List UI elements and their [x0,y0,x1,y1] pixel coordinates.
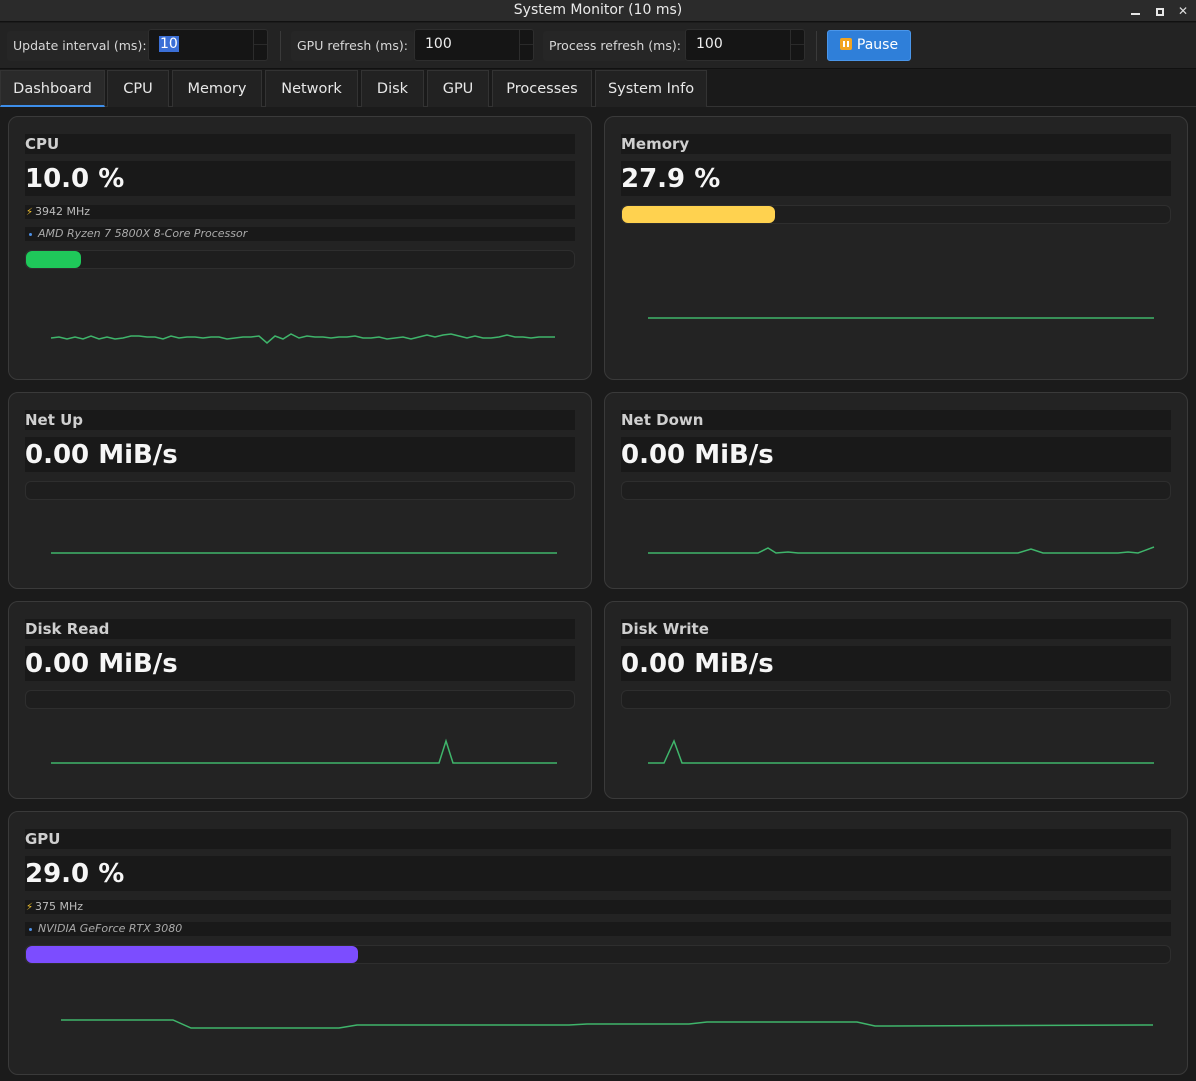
lightning-icon: ⚡ [26,902,34,913]
gpu-usage-bar [25,945,1171,964]
memory-usage-bar [621,205,1171,224]
tab-memory[interactable]: Memory [172,70,262,107]
toolbar-separator [280,31,281,61]
pause-button[interactable]: Pause [827,30,911,61]
net-up-value: 0.00 MiB/s [25,437,575,472]
memory-title: Memory [621,134,1171,154]
disk-read-sparkline [51,738,557,764]
disk-read-title: Disk Read [25,619,575,639]
net-up-sparkline [51,552,557,554]
close-icon[interactable]: ✕ [1175,3,1191,19]
bullet-icon [29,927,32,931]
tab-network[interactable]: Network [265,70,358,107]
net-down-card: Net Down 0.00 MiB/s [604,392,1188,589]
process-refresh-stepper[interactable] [790,30,804,60]
gpu-model: NVIDIA GeForce RTX 3080 [25,922,1171,936]
tab-disk[interactable]: Disk [361,70,424,107]
cpu-usage-fill [26,251,81,268]
gpu-value: 29.0 % [25,856,1171,891]
disk-write-title: Disk Write [621,619,1171,639]
process-refresh-spinbox[interactable]: 100 [685,29,805,61]
tab-gpu[interactable]: GPU [427,70,489,107]
gpu-sparkline [61,1019,1154,1029]
gpu-usage-fill [26,946,358,963]
disk-read-bar [25,690,575,709]
gpu-title: GPU [25,829,1171,849]
update-interval-spinbox[interactable]: 10 [148,29,268,61]
update-interval-value[interactable]: 10 [159,36,179,52]
tab-cpu[interactable]: CPU [107,70,169,107]
disk-read-card: Disk Read 0.00 MiB/s [8,601,592,799]
net-down-title: Net Down [621,410,1171,430]
net-down-value: 0.00 MiB/s [621,437,1171,472]
gpu-model-text: NVIDIA GeForce RTX 3080 [38,922,183,935]
pause-icon [839,38,852,50]
gpu-frequency-text: 375 MHz [35,900,84,913]
gpu-refresh-value[interactable]: 100 [425,36,452,52]
update-interval-label: Update interval (ms): [7,31,153,61]
cpu-model-text: AMD Ryzen 7 5800X 8-Core Processor [38,227,248,240]
net-up-card: Net Up 0.00 MiB/s [8,392,592,589]
disk-write-sparkline [648,739,1154,764]
net-up-title: Net Up [25,410,575,430]
cpu-title: CPU [25,134,575,154]
cpu-usage-bar [25,250,575,269]
disk-read-value: 0.00 MiB/s [25,646,575,681]
tab-bar: Dashboard CPU Memory Network Disk GPU Pr… [0,70,1196,107]
pause-label: Pause [856,37,899,53]
memory-sparkline [648,317,1154,319]
disk-read-sparkline-line [51,738,557,764]
net-down-bar [621,481,1171,500]
update-interval-stepper[interactable] [253,30,267,60]
cpu-card: CPU 10.0 % ⚡ 3942 MHz AMD Ryzen 7 5800X 8… [8,116,592,380]
gpu-frequency: ⚡ 375 MHz [25,900,1171,914]
title-bar: System Monitor (10 ms) ✕ [0,0,1196,22]
process-refresh-value[interactable]: 100 [696,36,723,52]
tab-processes[interactable]: Processes [492,70,592,107]
cpu-model: AMD Ryzen 7 5800X 8-Core Processor [25,227,575,241]
cpu-frequency: ⚡ 3942 MHz [25,205,575,219]
bullet-icon [29,232,32,236]
process-refresh-label: Process refresh (ms): [543,31,687,61]
gpu-refresh-spinbox[interactable]: 100 [414,29,534,61]
memory-card: Memory 27.9 % [604,116,1188,380]
disk-write-sparkline-line [648,739,1154,764]
minimize-icon[interactable] [1127,3,1143,19]
disk-write-bar [621,690,1171,709]
net-down-sparkline [648,546,1155,554]
window-title: System Monitor (10 ms) [513,2,683,18]
gpu-card: GPU 29.0 % ⚡ 375 MHz NVIDIA GeForce RTX 3… [8,811,1188,1075]
cpu-sparkline-line [50,333,555,344]
disk-write-card: Disk Write 0.00 MiB/s [604,601,1188,799]
gpu-sparkline-line [61,1019,1154,1029]
memory-value: 27.9 % [621,161,1171,196]
memory-usage-fill [622,206,775,223]
gpu-refresh-label: GPU refresh (ms): [291,31,414,61]
cpu-value: 10.0 % [25,161,575,196]
toolbar-separator [816,31,817,61]
net-up-bar [25,481,575,500]
disk-write-value: 0.00 MiB/s [621,646,1171,681]
lightning-icon: ⚡ [26,207,34,218]
tab-system-info[interactable]: System Info [595,70,707,107]
net-down-sparkline-line [648,546,1155,554]
tab-dashboard[interactable]: Dashboard [0,70,105,107]
cpu-frequency-text: 3942 MHz [35,205,91,218]
cpu-sparkline [50,333,555,344]
maximize-icon[interactable] [1152,3,1168,19]
gpu-refresh-stepper[interactable] [519,30,533,60]
toolbar: Update interval (ms): 10 GPU refresh (ms… [0,23,1196,69]
